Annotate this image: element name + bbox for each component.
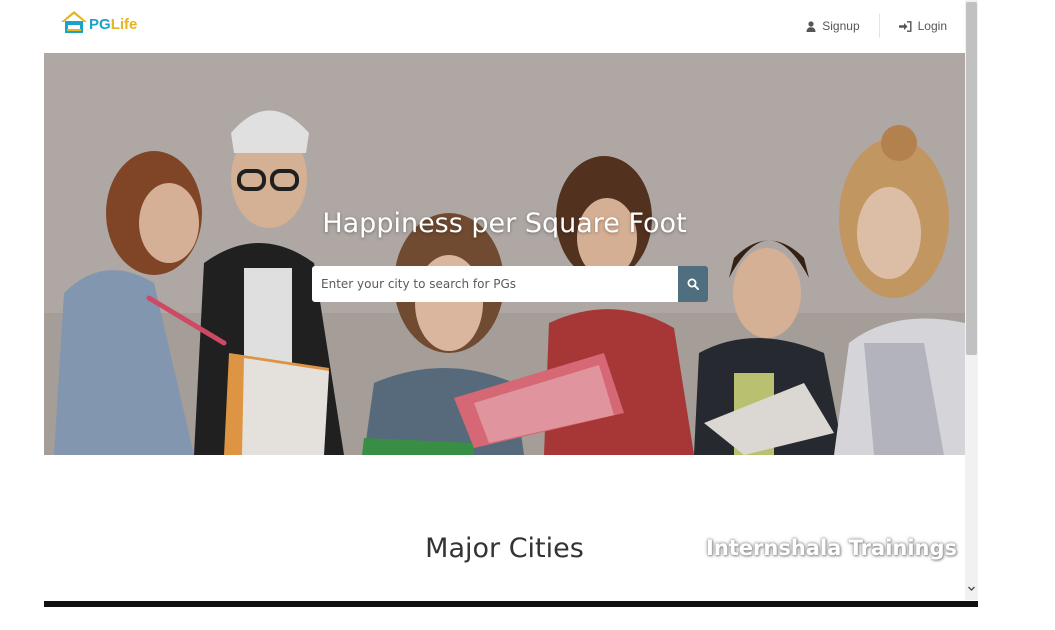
hero-banner: Happiness per Square Foot bbox=[44, 53, 965, 455]
vertical-scrollbar[interactable] bbox=[965, 0, 978, 600]
login-link[interactable]: Login bbox=[897, 19, 949, 33]
hero-overlay bbox=[44, 53, 965, 455]
signup-link[interactable]: Signup bbox=[804, 19, 861, 33]
house-logo-icon bbox=[61, 11, 87, 33]
navbar: PGLife Signup Login bbox=[44, 0, 965, 54]
login-label: Login bbox=[917, 19, 947, 33]
page-viewport: PGLife Signup Login Happiness per Square… bbox=[44, 0, 965, 598]
search-icon bbox=[687, 278, 699, 290]
internshala-watermark: Internshala Trainings bbox=[706, 536, 958, 560]
hero-title: Happiness per Square Foot bbox=[322, 208, 687, 239]
signup-label: Signup bbox=[822, 19, 860, 33]
nav-links: Signup Login bbox=[804, 14, 949, 38]
logo-pg-text: PG bbox=[89, 16, 111, 33]
city-search-form bbox=[312, 266, 708, 302]
bottom-border bbox=[44, 601, 978, 607]
sign-in-icon bbox=[898, 20, 912, 32]
user-icon bbox=[806, 20, 816, 32]
scroll-thumb[interactable] bbox=[966, 2, 977, 355]
pglife-logo[interactable]: PGLife bbox=[60, 9, 137, 35]
logo-text: PGLife bbox=[89, 16, 137, 34]
chevron-down-icon[interactable] bbox=[967, 584, 976, 593]
logo-life-text: Life bbox=[110, 16, 138, 33]
city-search-input[interactable] bbox=[312, 266, 678, 302]
nav-divider bbox=[878, 14, 880, 38]
search-button[interactable] bbox=[678, 266, 708, 302]
